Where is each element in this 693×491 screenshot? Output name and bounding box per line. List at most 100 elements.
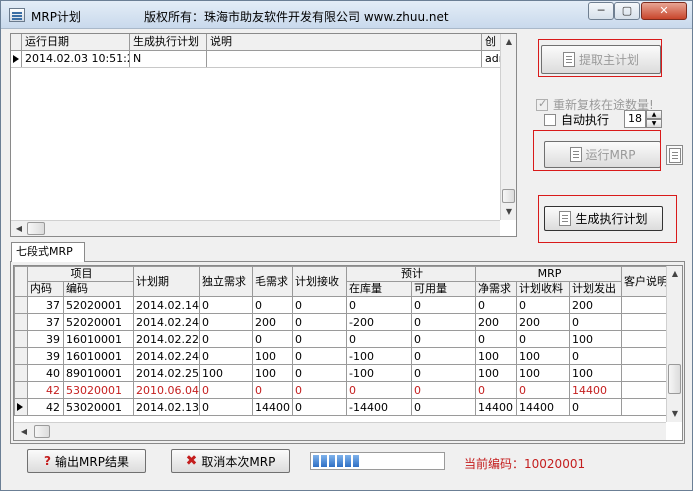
cell-note[interactable]	[207, 51, 482, 67]
mrp-result-grid[interactable]: 项目 计划期 独立需求 毛需求 计划接收 预计 MRP 客户说明 内码 编码 在…	[13, 265, 683, 441]
cell-net[interactable]: 0	[474, 296, 517, 314]
scroll-up-icon[interactable]: ▲	[667, 266, 683, 282]
scroll-up-icon[interactable]: ▲	[501, 34, 517, 50]
auto-exec-spinner[interactable]: 18 ▲ ▼	[624, 110, 662, 128]
cell-plan-issue[interactable]: 14400	[568, 381, 622, 399]
cell-plan-receive[interactable]: 100	[515, 364, 570, 382]
scroll-down-icon[interactable]: ▼	[667, 406, 683, 422]
run-grid-horizontal-scrollbar[interactable]: ◀	[11, 220, 500, 236]
table-row[interactable]: 39 16010001 2014.02.22 0 0 0 0 0 0 0 100	[14, 330, 682, 348]
cell-net[interactable]: 0	[474, 381, 517, 399]
column-header-net[interactable]: 净需求	[474, 281, 517, 297]
cell-available[interactable]: 0	[410, 296, 476, 314]
cell-receipt[interactable]: 0	[291, 330, 347, 348]
close-button[interactable]: ✕	[641, 2, 687, 20]
cell-plan-issue[interactable]: 0	[568, 347, 622, 365]
column-header-period[interactable]: 计划期	[133, 266, 200, 297]
cell-independent[interactable]: 0	[198, 313, 253, 331]
cell-net[interactable]: 0	[474, 330, 517, 348]
cell-inner-code[interactable]: 37	[27, 313, 64, 331]
scroll-down-icon[interactable]: ▼	[501, 204, 517, 220]
run-grid-vertical-scrollbar[interactable]: ▲ ▼	[500, 34, 516, 220]
cell-independent[interactable]: 0	[198, 330, 253, 348]
cell-inner-code[interactable]: 39	[27, 330, 64, 348]
cell-net[interactable]: 14400	[474, 398, 517, 416]
recheck-checkbox[interactable]	[536, 97, 548, 111]
cell-code[interactable]: 16010001	[63, 330, 134, 348]
cell-on-hand[interactable]: 0	[345, 381, 412, 399]
cell-inner-code[interactable]: 42	[27, 381, 64, 399]
cell-code[interactable]: 52020001	[63, 296, 134, 314]
cell-inner-code[interactable]: 39	[27, 347, 64, 365]
column-header-independent[interactable]: 独立需求	[198, 266, 253, 297]
cell-independent[interactable]: 0	[198, 381, 253, 399]
result-grid-vertical-scrollbar[interactable]: ▲ ▼	[666, 266, 682, 422]
cell-code[interactable]: 16010001	[63, 347, 134, 365]
cell-period[interactable]: 2014.02.24	[133, 313, 200, 331]
cell-plan-receive[interactable]: 200	[515, 313, 570, 331]
spinner-value[interactable]: 18	[628, 112, 642, 125]
title-bar[interactable]: MRP计划 版权所有：珠海市助友软件开发有限公司 www.zhuu.net ─ …	[1, 1, 692, 29]
result-grid-horizontal-scrollbar[interactable]: ◀	[14, 422, 666, 440]
cell-on-hand[interactable]: -14400	[345, 398, 412, 416]
table-row[interactable]: 2014.02.03 10:51:28 N adr	[11, 51, 500, 68]
cell-period[interactable]: 2014.02.22	[133, 330, 200, 348]
column-header-run-date[interactable]: 运行日期	[22, 34, 130, 50]
cell-plan-issue[interactable]: 0	[568, 398, 622, 416]
cell-inner-code[interactable]: 42	[27, 398, 64, 416]
cell-gross[interactable]: 0	[251, 330, 293, 348]
cell-available[interactable]: 0	[410, 313, 476, 331]
cell-code[interactable]: 53020001	[63, 398, 134, 416]
cell-plan-receive[interactable]: 14400	[515, 398, 570, 416]
table-row[interactable]: 42 53020001 2014.02.13 0 14400 0 -14400 0 14400 1…	[14, 398, 682, 416]
cell-receipt[interactable]: 0	[291, 313, 347, 331]
spin-down-icon[interactable]: ▼	[646, 119, 662, 128]
cell-code[interactable]: 52020001	[63, 313, 134, 331]
column-header-plan-issue[interactable]: 计划发出	[568, 281, 622, 297]
cell-inner-code[interactable]: 40	[27, 364, 64, 382]
cell-net[interactable]: 100	[474, 364, 517, 382]
scroll-thumb[interactable]	[27, 222, 45, 235]
cell-receipt[interactable]: 0	[291, 347, 347, 365]
table-row[interactable]: 37 52020001 2014.02.24 0 200 0 -200 0 200 200 0	[14, 313, 682, 331]
cell-inner-code[interactable]: 37	[27, 296, 64, 314]
cell-independent[interactable]: 0	[198, 296, 253, 314]
minimize-button[interactable]: ─	[588, 2, 614, 20]
tab-seven-stage-mrp[interactable]: 七段式MRP	[11, 242, 85, 262]
cell-available[interactable]: 0	[410, 398, 476, 416]
cell-plan-receive[interactable]: 100	[515, 347, 570, 365]
cell-plan-issue[interactable]: 100	[568, 330, 622, 348]
report-button[interactable]	[666, 145, 683, 165]
column-header-plan-receive[interactable]: 计划收料	[515, 281, 570, 297]
cell-period[interactable]: 2014.02.24	[133, 347, 200, 365]
cell-plan-receive[interactable]: 0	[515, 296, 570, 314]
auto-exec-option[interactable]: 自动执行	[544, 111, 609, 128]
column-header-note[interactable]: 说明	[207, 34, 482, 50]
cell-plan-receive[interactable]: 0	[515, 330, 570, 348]
scroll-left-icon[interactable]: ◀	[11, 221, 27, 237]
cell-period[interactable]: 2014.02.13	[133, 398, 200, 416]
cell-period[interactable]: 2010.06.04	[133, 381, 200, 399]
cell-plan-issue[interactable]: 100	[568, 364, 622, 382]
cell-on-hand[interactable]: -100	[345, 347, 412, 365]
column-header-available[interactable]: 可用量	[410, 281, 476, 297]
cell-available[interactable]: 0	[410, 381, 476, 399]
cell-receipt[interactable]: 0	[291, 364, 347, 382]
table-row[interactable]: 40 89010001 2014.02.25 100 100 0 -100 0 100 100 10…	[14, 364, 682, 382]
column-header-code[interactable]: 编码	[63, 281, 134, 297]
cell-generated[interactable]: N	[130, 51, 207, 67]
cell-run-date[interactable]: 2014.02.03 10:51:28	[22, 51, 130, 67]
table-row[interactable]: 39 16010001 2014.02.24 0 100 0 -100 0 100 100 0	[14, 347, 682, 365]
cell-independent[interactable]: 0	[198, 398, 253, 416]
scroll-thumb[interactable]	[502, 189, 515, 203]
cell-on-hand[interactable]: -100	[345, 364, 412, 382]
cell-gross[interactable]: 200	[251, 313, 293, 331]
spinner-buttons[interactable]: ▲ ▼	[646, 110, 662, 128]
column-header-creator[interactable]: 创	[482, 34, 500, 50]
maximize-button[interactable]: ▢	[614, 2, 640, 20]
cell-on-hand[interactable]: -200	[345, 313, 412, 331]
column-header-inner-code[interactable]: 内码	[27, 281, 64, 297]
cell-available[interactable]: 0	[410, 347, 476, 365]
cancel-mrp-button[interactable]: ✖ 取消本次MRP	[171, 449, 290, 473]
cell-plan-issue[interactable]: 0	[568, 313, 622, 331]
